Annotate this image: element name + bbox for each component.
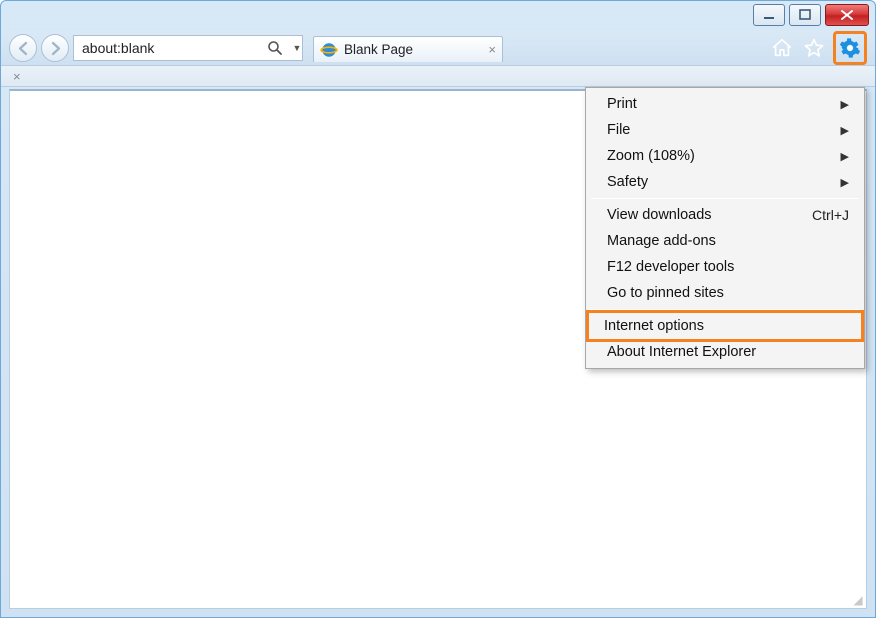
- maximize-button[interactable]: [789, 4, 821, 26]
- menu-item-zoom-108[interactable]: Zoom (108%) ▶: [589, 143, 861, 169]
- ie-logo-icon: [320, 41, 338, 59]
- menu-item-safety[interactable]: Safety ▶: [589, 169, 861, 195]
- resize-grip-icon: ◢: [851, 593, 865, 607]
- address-bar[interactable]: ▼: [73, 35, 303, 61]
- submenu-arrow-icon: ▶: [841, 98, 849, 111]
- gear-icon: [839, 37, 861, 59]
- tab-title: Blank Page: [344, 42, 413, 57]
- navigation-toolbar: ▼ Blank Page ×: [1, 31, 875, 65]
- search-icon[interactable]: [267, 40, 283, 56]
- menu-separator: [591, 198, 859, 199]
- menu-shortcut: Ctrl+J: [812, 207, 849, 223]
- tools-button[interactable]: [837, 35, 863, 61]
- menu-item-internet-options[interactable]: Internet options: [586, 310, 864, 342]
- minimize-button[interactable]: [753, 4, 785, 26]
- tools-button-highlight: [833, 31, 867, 65]
- toolbar-right-icons: [769, 31, 869, 65]
- favorites-button[interactable]: [801, 35, 827, 61]
- home-button[interactable]: [769, 35, 795, 61]
- forward-button[interactable]: [41, 34, 69, 62]
- submenu-arrow-icon: ▶: [841, 124, 849, 137]
- browser-window: ▼ Blank Page ×: [0, 0, 876, 618]
- menu-item-view-downloads[interactable]: View downloads Ctrl+J: [589, 202, 861, 228]
- close-window-button[interactable]: [825, 4, 869, 26]
- search-dropdown-icon[interactable]: ▼: [289, 40, 305, 56]
- menu-item-label: Internet options: [604, 318, 704, 334]
- submenu-arrow-icon: ▶: [841, 176, 849, 189]
- secondary-tab-bar: ×: [1, 65, 875, 87]
- menu-item-label: About Internet Explorer: [607, 344, 756, 360]
- menu-item-label: Zoom (108%): [607, 148, 695, 164]
- window-titlebar: [1, 1, 875, 31]
- menu-item-label: Print: [607, 96, 637, 112]
- menu-item-file[interactable]: File ▶: [589, 117, 861, 143]
- menu-item-label: Go to pinned sites: [607, 285, 724, 301]
- tab-strip: Blank Page ×: [313, 34, 503, 62]
- tab-close-button[interactable]: ×: [488, 43, 496, 56]
- menu-item-label: Safety: [607, 174, 648, 190]
- menu-item-print[interactable]: Print ▶: [589, 91, 861, 117]
- menu-item-f12-developer-tools[interactable]: F12 developer tools: [589, 254, 861, 280]
- secondary-tab-close[interactable]: ×: [13, 69, 21, 84]
- tab-blank-page[interactable]: Blank Page ×: [313, 36, 503, 62]
- tools-menu: Print ▶ File ▶ Zoom (108%) ▶ Safety ▶ View downl…: [585, 87, 865, 369]
- menu-item-manage-add-ons[interactable]: Manage add-ons: [589, 228, 861, 254]
- menu-item-label: File: [607, 122, 630, 138]
- back-button[interactable]: [9, 34, 37, 62]
- url-input[interactable]: [82, 40, 263, 56]
- menu-item-about-internet-explorer[interactable]: About Internet Explorer: [589, 339, 861, 365]
- menu-item-label: Manage add-ons: [607, 233, 716, 249]
- menu-item-go-to-pinned-sites[interactable]: Go to pinned sites: [589, 280, 861, 306]
- submenu-arrow-icon: ▶: [841, 150, 849, 163]
- menu-item-label: F12 developer tools: [607, 259, 734, 275]
- menu-item-label: View downloads: [607, 207, 712, 223]
